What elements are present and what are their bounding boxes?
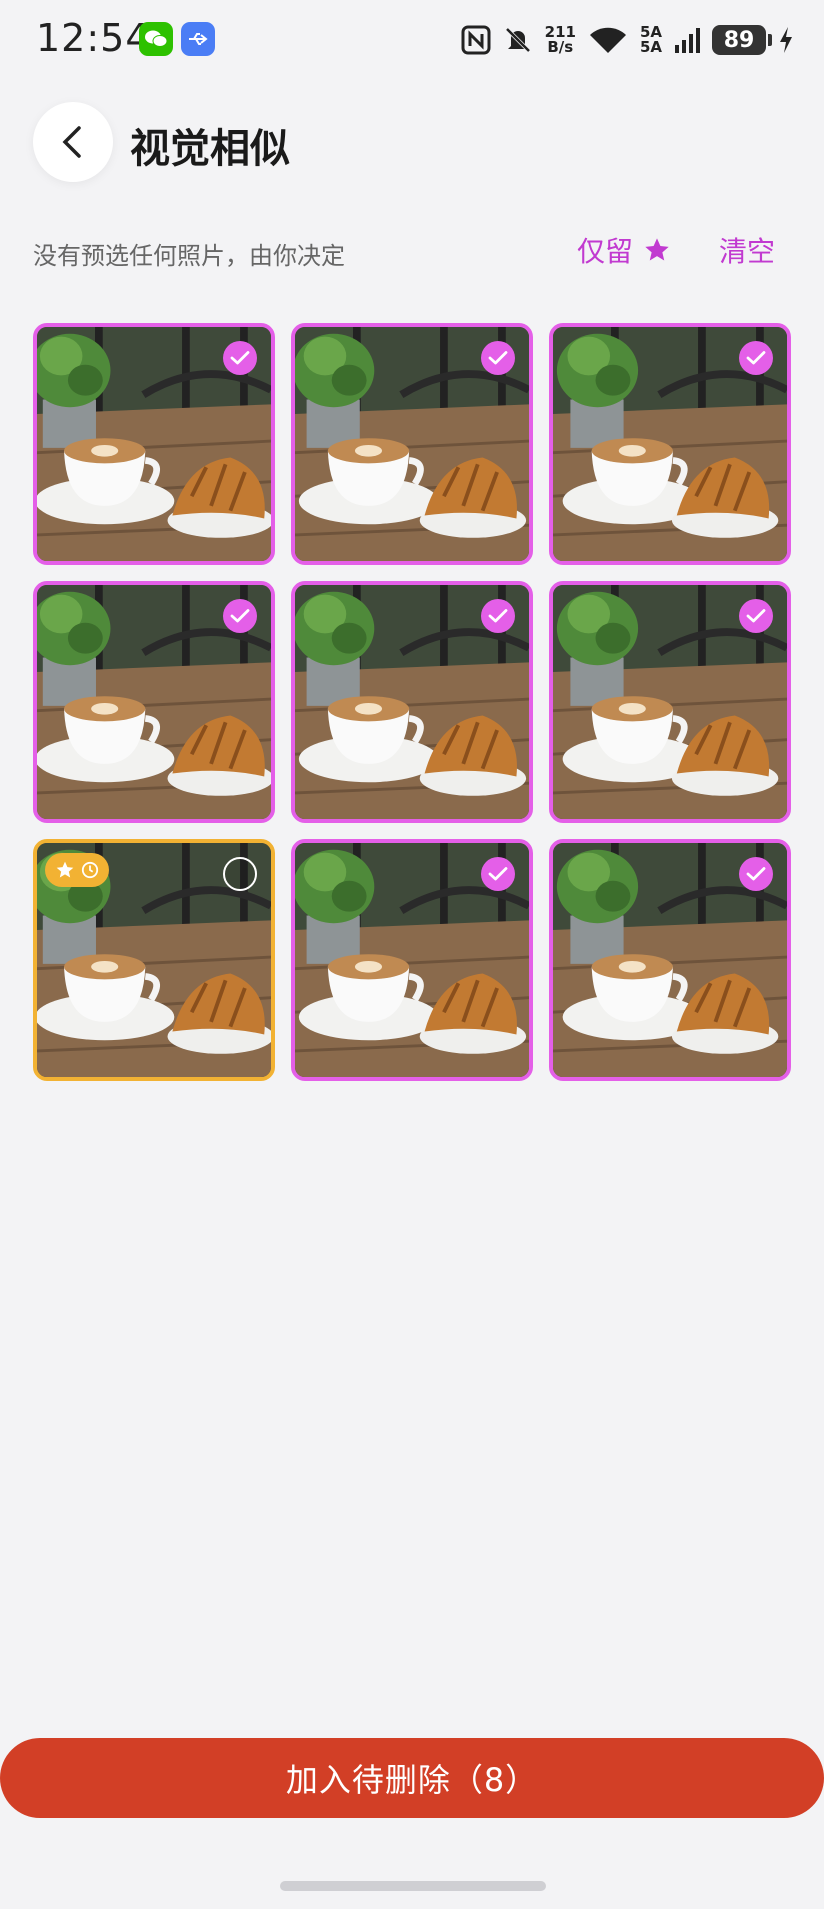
keep-starred-label: 仅留 — [577, 235, 634, 268]
page-title: 视觉相似 — [130, 126, 290, 172]
status-indicators: 211 B/s 5A 5A 89 — [461, 18, 794, 62]
battery-icon: 89 — [712, 25, 772, 55]
home-indicator[interactable] — [280, 1881, 546, 1891]
photo-tile[interactable] — [549, 323, 791, 565]
mute-icon — [505, 27, 531, 53]
clear-button[interactable]: 清空 — [719, 230, 775, 270]
starred-badge — [45, 853, 109, 887]
photo-tile[interactable] — [33, 581, 275, 823]
star-icon — [56, 861, 74, 878]
back-button[interactable] — [33, 102, 113, 182]
wifi-icon — [589, 27, 626, 53]
chevron-left-icon — [62, 126, 81, 158]
net-speed: 211 B/s — [544, 23, 576, 56]
photo-tile[interactable] — [291, 839, 533, 1081]
add-to-delete-button[interactable]: 加入待删除（8） — [0, 1738, 824, 1818]
clock-icon — [81, 861, 99, 879]
photo-tile[interactable] — [549, 581, 791, 823]
checkmark-icon[interactable] — [481, 857, 515, 891]
usb-icon — [181, 22, 215, 56]
photo-tile[interactable] — [33, 323, 275, 565]
signal-label: 5A 5A — [639, 23, 662, 56]
checkmark-icon[interactable] — [739, 341, 773, 375]
checkmark-icon[interactable] — [481, 341, 515, 375]
status-time: 12:54 — [36, 16, 151, 60]
selection-hint: 没有预选任何照片，由你决定 — [33, 242, 345, 270]
nfc-icon — [461, 25, 491, 55]
cell-signal-icon — [675, 28, 700, 53]
checkmark-icon[interactable] — [223, 341, 257, 375]
photo-grid — [33, 323, 791, 1081]
charging-icon — [780, 27, 792, 53]
checkmark-icon[interactable] — [739, 599, 773, 633]
keep-starred-button[interactable]: 仅留 — [577, 230, 671, 270]
unchecked-circle-icon[interactable] — [223, 857, 257, 891]
photo-tile[interactable] — [549, 839, 791, 1081]
status-bar: 12:54 211 B/s 5A 5A 89 — [0, 0, 824, 80]
wechat-icon — [139, 22, 173, 56]
star-icon — [645, 238, 669, 261]
photo-tile[interactable] — [291, 323, 533, 565]
photo-tile[interactable] — [291, 581, 533, 823]
photo-tile[interactable] — [33, 839, 275, 1081]
checkmark-icon[interactable] — [739, 857, 773, 891]
checkmark-icon[interactable] — [481, 599, 515, 633]
checkmark-icon[interactable] — [223, 599, 257, 633]
